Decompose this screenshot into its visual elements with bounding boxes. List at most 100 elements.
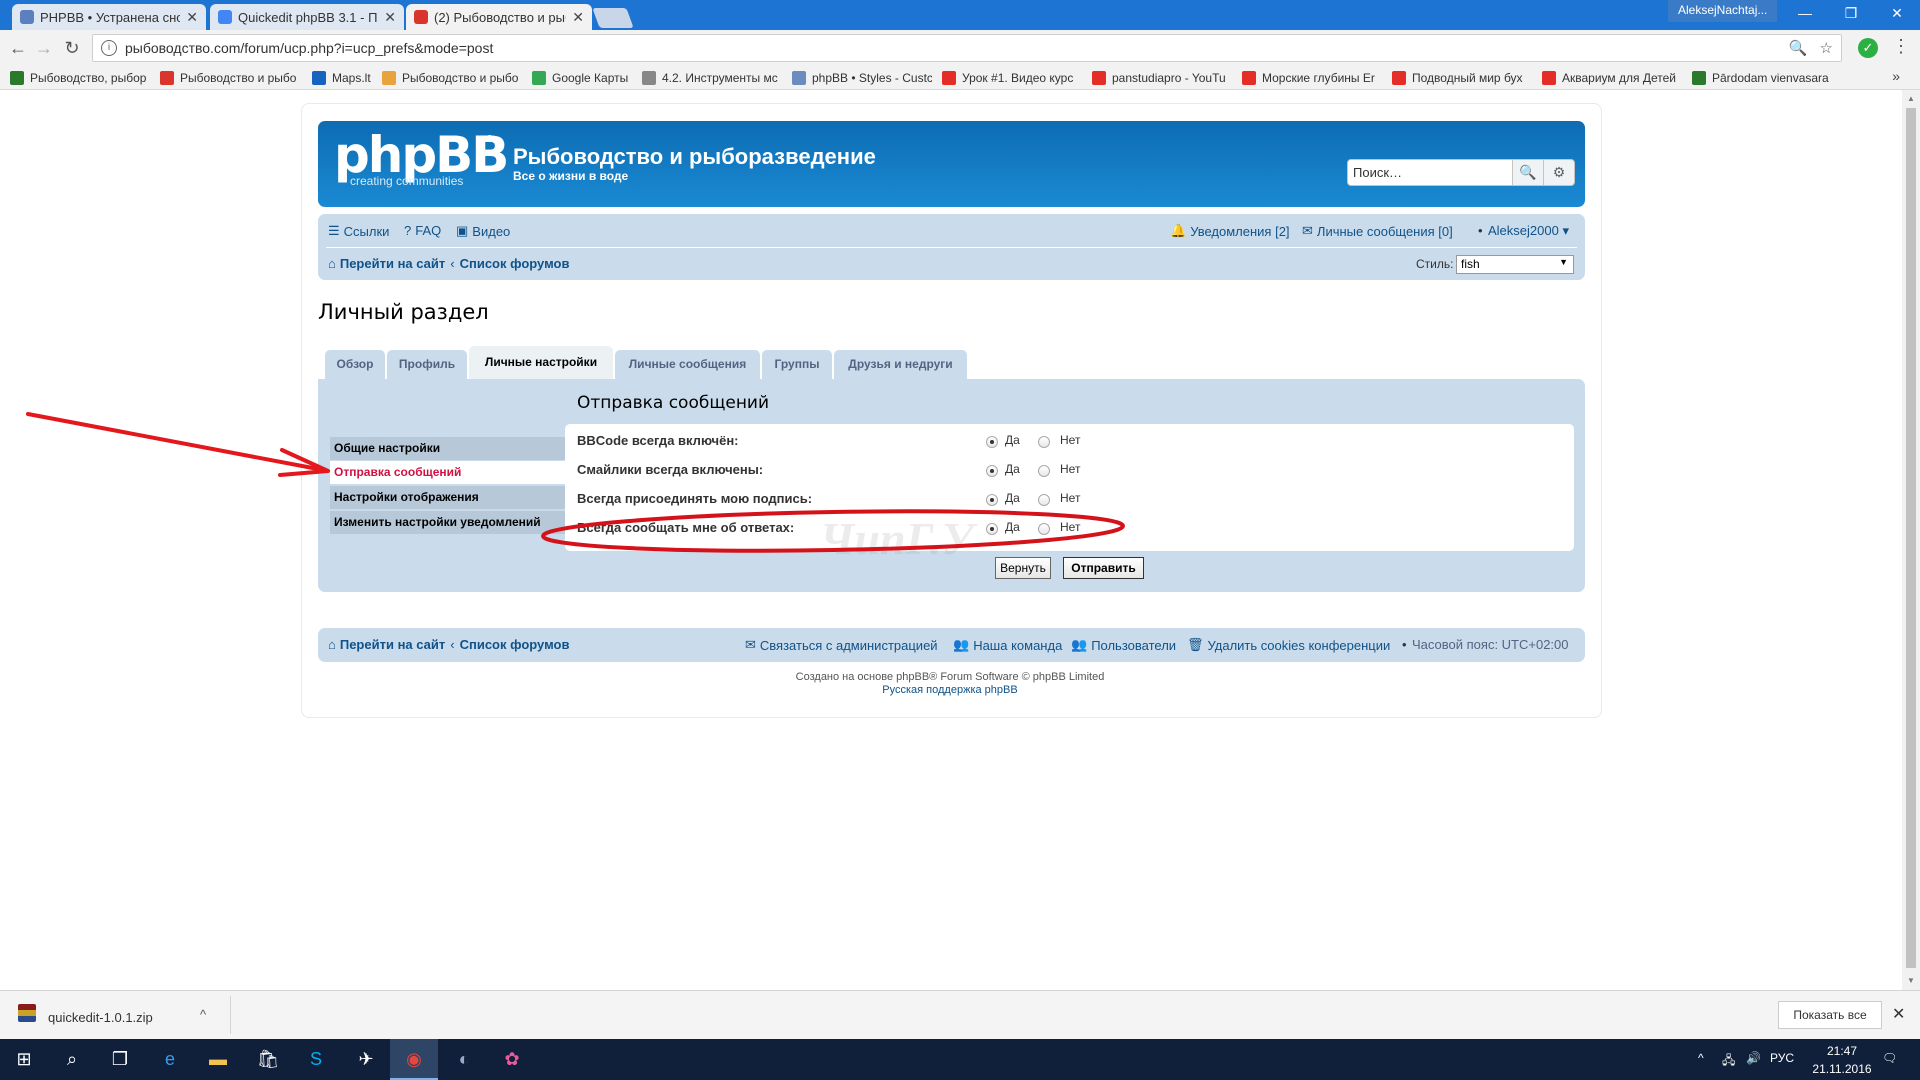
nav-links[interactable]: ☰ Ссылки xyxy=(328,223,389,239)
bookmark-item[interactable]: Аквариум для Детей xyxy=(1542,69,1682,87)
close-tab-icon[interactable]: ✕ xyxy=(186,9,198,26)
tab-groups[interactable]: Группы xyxy=(762,350,832,379)
scroll-up-icon[interactable]: ▲ xyxy=(1904,94,1918,103)
search-icon[interactable]: ⌕ xyxy=(48,1039,96,1080)
bookmark-item[interactable]: Урок #1. Видео курс xyxy=(942,69,1082,87)
close-downloads-icon[interactable]: ✕ xyxy=(1892,1004,1905,1024)
search-input[interactable] xyxy=(1347,159,1513,186)
tab-profile[interactable]: Профиль xyxy=(387,350,467,379)
tab-private-messages[interactable]: Личные сообщения xyxy=(615,350,760,379)
tab-overview[interactable]: Обзор xyxy=(325,350,385,379)
chrome-icon[interactable]: ◉ xyxy=(390,1039,438,1080)
download-filename[interactable]: quickedit-1.0.1.zip xyxy=(48,1010,153,1025)
chevron-up-icon[interactable]: ^ xyxy=(200,1007,206,1022)
bookmarks-overflow-icon[interactable]: » xyxy=(1892,68,1900,84)
close-tab-icon[interactable]: ✕ xyxy=(384,9,396,26)
start-icon[interactable]: ⊞ xyxy=(0,1039,48,1080)
submit-button[interactable]: Отправить xyxy=(1063,557,1144,579)
back-icon[interactable]: ← xyxy=(6,36,30,60)
radio-yes-label[interactable]: Да xyxy=(1005,491,1020,505)
phpbb-logo[interactable]: phpBB creating communities ® xyxy=(334,130,509,200)
reset-button[interactable]: Вернуть xyxy=(995,557,1051,579)
bookmark-item[interactable]: Рыбоводство и рыбо xyxy=(160,69,300,87)
scroll-down-icon[interactable]: ▼ xyxy=(1904,976,1918,985)
footer-members[interactable]: 👥 Пользователи xyxy=(1071,637,1176,653)
search-icon[interactable]: 🔍 xyxy=(1512,159,1544,186)
footer-delete-cookies[interactable]: 🗑 Удалить cookies конференции xyxy=(1187,637,1390,653)
browser-tab-1[interactable]: PHPBB • Устранена сноc ✕ xyxy=(12,4,206,30)
radio-yes-label[interactable]: Да xyxy=(1005,462,1020,476)
radio-no-label[interactable]: Нет xyxy=(1060,433,1080,447)
restore-icon[interactable]: ❐ xyxy=(1828,0,1874,28)
bookmark-item[interactable]: Pārdodam vienvasara xyxy=(1692,69,1842,87)
close-tab-icon[interactable]: ✕ xyxy=(572,9,584,26)
tray-chevron-icon[interactable]: ^ xyxy=(1698,1051,1704,1065)
breadcrumb-index[interactable]: Список форумов xyxy=(460,256,570,271)
radio-no[interactable] xyxy=(1038,436,1050,448)
app2-icon[interactable]: ◐ xyxy=(440,1039,488,1080)
nav-faq[interactable]: ? FAQ xyxy=(404,223,441,238)
clock-date[interactable]: 21.11.2016 xyxy=(1812,1062,1872,1076)
network-icon[interactable]: 🖧 xyxy=(1722,1051,1735,1072)
extension-check-icon[interactable]: ✓ xyxy=(1858,38,1878,58)
radio-no[interactable] xyxy=(1038,465,1050,477)
notifications-center-icon[interactable]: 🗨 xyxy=(1882,1051,1897,1065)
forward-icon[interactable]: → xyxy=(32,36,56,60)
advanced-search-icon[interactable]: ⚙ xyxy=(1543,159,1575,186)
radio-yes[interactable] xyxy=(986,465,998,477)
bookmark-star-icon[interactable]: ☆ xyxy=(1820,39,1833,57)
zoom-icon[interactable]: 🔍 xyxy=(1789,39,1808,57)
browser-tab-3[interactable]: (2) Рыбоводство и рыбо ✕ xyxy=(406,4,592,30)
url-text[interactable]: рыбоводство.com/forum/ucp.php?i=ucp_pref… xyxy=(125,40,1777,56)
tab-preferences[interactable]: Личные настройки xyxy=(469,346,613,379)
private-messages-link[interactable]: ✉ Личные сообщения [0] xyxy=(1302,223,1453,239)
radio-yes-label[interactable]: Да xyxy=(1005,433,1020,447)
reload-icon[interactable]: ↻ xyxy=(60,36,84,60)
tab-friends-foes[interactable]: Друзья и недруги xyxy=(834,350,967,379)
radio-yes[interactable] xyxy=(986,436,998,448)
site-info-icon[interactable]: i xyxy=(101,40,117,56)
new-tab-button[interactable] xyxy=(592,8,634,28)
footer-team[interactable]: 👥 Наша команда xyxy=(953,637,1062,653)
browser-menu-icon[interactable]: ⋮ xyxy=(1892,36,1910,57)
nav-video[interactable]: ▣ Видео xyxy=(456,223,510,239)
bookmark-item[interactable]: Подводный мир бух xyxy=(1392,69,1532,87)
radio-no-label[interactable]: Нет xyxy=(1060,491,1080,505)
bookmark-item[interactable]: Google Карты xyxy=(532,69,632,87)
bookmark-item[interactable]: phpBB • Styles - Custc xyxy=(792,69,932,87)
clock-time[interactable]: 21:47 xyxy=(1812,1044,1872,1058)
edge-icon[interactable]: e xyxy=(146,1039,194,1080)
task-view-icon[interactable]: ❐ xyxy=(96,1039,144,1080)
scrollbar-thumb[interactable] xyxy=(1906,108,1916,968)
bookmark-item[interactable]: Рыбоводство и рыбо xyxy=(382,69,522,87)
store-icon[interactable]: 🛍 xyxy=(244,1039,292,1080)
breadcrumb-site[interactable]: Перейти на сайт xyxy=(340,256,445,271)
paint-icon[interactable]: ✿ xyxy=(488,1039,536,1080)
breadcrumb-index[interactable]: Список форумов xyxy=(460,637,570,652)
address-bar[interactable]: i рыбоводство.com/forum/ucp.php?i=ucp_pr… xyxy=(92,34,1842,62)
bookmark-item[interactable]: Морские глубины Er xyxy=(1242,69,1382,87)
notifications-link[interactable]: 🔔 Уведомления [2] xyxy=(1170,223,1290,239)
sidenav-general[interactable]: Общие настройки xyxy=(330,437,565,460)
footer-credit-link[interactable]: Русская поддержка phpBB xyxy=(760,684,1140,696)
username-menu[interactable]: Aleksej2000 ▾ xyxy=(1488,223,1569,239)
close-window-icon[interactable]: ✕ xyxy=(1874,0,1920,28)
volume-icon[interactable]: 🔊 xyxy=(1746,1051,1761,1065)
bookmark-item[interactable]: Maps.lt xyxy=(312,69,384,87)
profile-badge[interactable]: AleksejNachtaj... xyxy=(1668,0,1778,22)
bookmark-item[interactable]: Рыбоводство, рыбор xyxy=(10,69,150,87)
footer-contact[interactable]: ✉ Связаться с администрацией xyxy=(745,637,938,653)
show-all-downloads-button[interactable]: Показать все xyxy=(1778,1001,1882,1029)
language-indicator[interactable]: РУС xyxy=(1770,1051,1794,1065)
skype-icon[interactable]: S xyxy=(292,1039,340,1080)
breadcrumb-site[interactable]: Перейти на сайт xyxy=(340,637,445,652)
style-select[interactable]: fish ▼ xyxy=(1456,255,1574,274)
explorer-icon[interactable]: ▬ xyxy=(194,1039,242,1080)
minimize-icon[interactable]: — xyxy=(1782,0,1828,28)
sidenav-posting[interactable]: Отправка сообщений xyxy=(330,461,565,484)
bookmark-item[interactable]: 4.2. Инструменты мс xyxy=(642,69,782,87)
bookmark-item[interactable]: panstudiapro - YouTu xyxy=(1092,69,1232,87)
app-icon[interactable]: ✈ xyxy=(342,1039,390,1080)
radio-no-label[interactable]: Нет xyxy=(1060,462,1080,476)
browser-tab-2[interactable]: Quickedit phpBB 3.1 - П ✕ xyxy=(210,4,404,30)
